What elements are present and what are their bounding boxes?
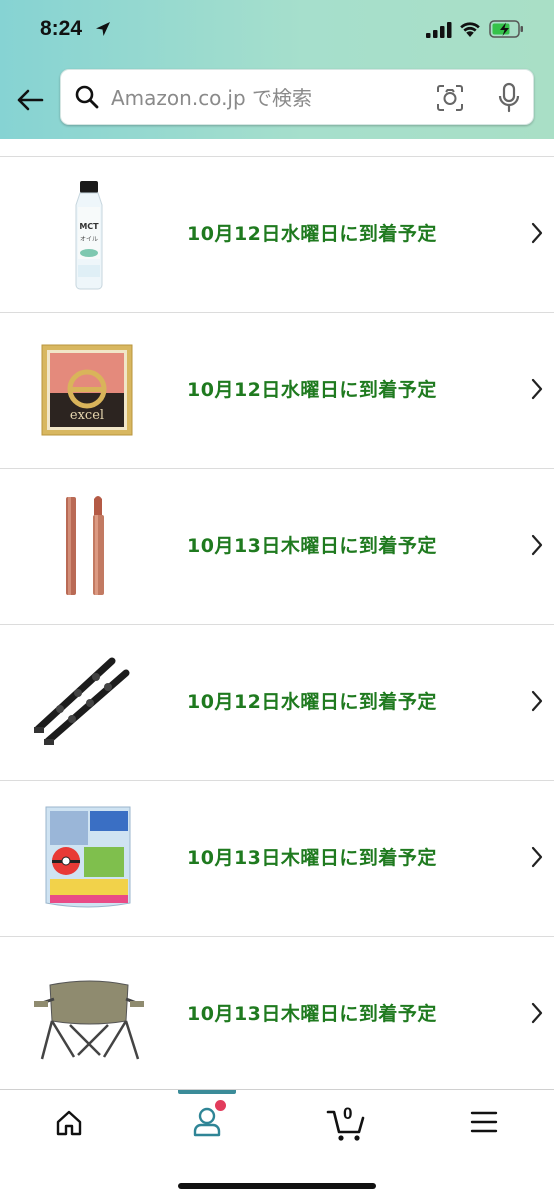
product-image-camping-chair xyxy=(34,980,144,1060)
order-row[interactable]: 10月13日木曜日に到着予定 xyxy=(0,780,554,936)
menu-icon[interactable] xyxy=(470,1110,498,1134)
product-image-excel-blush: excel xyxy=(41,344,133,436)
battery-charging-icon xyxy=(489,20,523,38)
order-row[interactable]: excel 10月12日水曜日に到着予定 xyxy=(0,312,554,468)
back-arrow-icon xyxy=(17,89,44,111)
order-row[interactable]: 10月12日水曜日に到着予定 xyxy=(0,624,554,780)
product-image-mct-oil: MCT オイル xyxy=(75,181,103,290)
back-button[interactable] xyxy=(14,84,46,116)
chevron-right-icon xyxy=(531,222,543,244)
cart-button[interactable]: 0 xyxy=(326,1104,370,1144)
status-bar: 8:24 xyxy=(0,0,554,60)
home-indicator[interactable] xyxy=(178,1183,376,1189)
status-time: 8:24 xyxy=(40,17,83,40)
location-arrow-icon xyxy=(96,22,110,36)
wifi-icon xyxy=(460,22,480,37)
delivery-estimate: 10月13日木曜日に到着予定 xyxy=(187,1003,437,1025)
delivery-estimate: 10月12日水曜日に到着予定 xyxy=(187,691,437,713)
order-list: MCT オイル 10月12日水曜日に到着予定 excel 10月12日水曜日に到… xyxy=(0,156,554,1092)
chevron-right-icon xyxy=(531,846,543,868)
delivery-estimate: 10月12日水曜日に到着予定 xyxy=(187,223,437,245)
cellular-signal-icon xyxy=(426,22,452,38)
chevron-right-icon xyxy=(531,378,543,400)
product-image-straps xyxy=(34,657,130,745)
search-input[interactable] xyxy=(109,78,413,118)
product-image-pokemon-bath-ball xyxy=(45,806,131,908)
camera-search-icon[interactable] xyxy=(436,84,464,112)
chevron-right-icon xyxy=(531,1002,543,1024)
delivery-estimate: 10月12日水曜日に到着予定 xyxy=(187,379,437,401)
chevron-right-icon xyxy=(531,534,543,556)
app-header: 8:24 xyxy=(0,0,554,139)
product-image-lipstick xyxy=(66,496,104,595)
active-tab-indicator xyxy=(178,1090,236,1094)
search-bar[interactable] xyxy=(60,69,534,125)
delivery-estimate: 10月13日木曜日に到着予定 xyxy=(187,847,437,869)
search-icon xyxy=(75,85,99,109)
cart-count: 0 xyxy=(343,1104,353,1123)
svg-text:excel: excel xyxy=(70,408,104,423)
svg-text:MCT: MCT xyxy=(79,222,99,231)
home-icon[interactable] xyxy=(54,1108,84,1138)
order-row[interactable]: 10月13日木曜日に到着予定 xyxy=(0,468,554,624)
notification-dot xyxy=(215,1100,226,1111)
account-icon[interactable] xyxy=(192,1106,222,1138)
order-row[interactable]: MCT オイル 10月12日水曜日に到着予定 xyxy=(0,156,554,312)
order-row[interactable]: 10月13日木曜日に到着予定 xyxy=(0,936,554,1092)
svg-text:オイル: オイル xyxy=(80,236,98,243)
delivery-estimate: 10月13日木曜日に到着予定 xyxy=(187,535,437,557)
chevron-right-icon xyxy=(531,690,543,712)
microphone-icon[interactable] xyxy=(498,82,520,114)
